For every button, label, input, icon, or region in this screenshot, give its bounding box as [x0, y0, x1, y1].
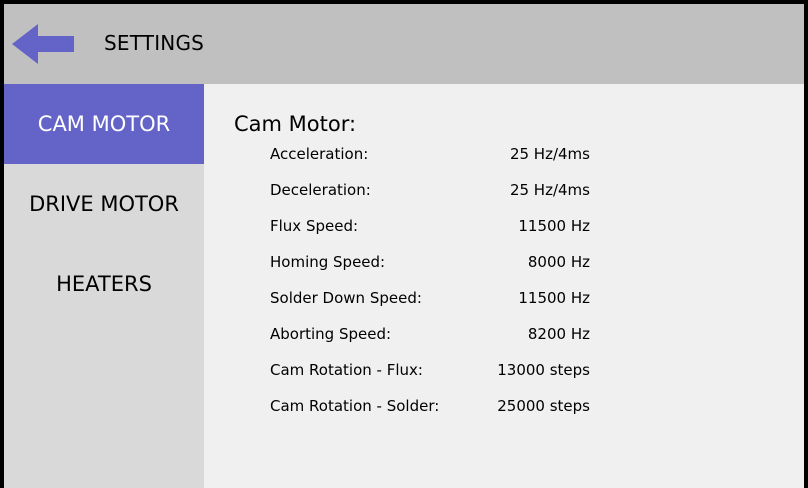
- setting-value: 11500 Hz: [518, 289, 590, 307]
- setting-row-cam-rotation-solder: Cam Rotation - Solder: 25000 steps: [270, 392, 590, 420]
- setting-value: 25000 steps: [497, 397, 590, 415]
- setting-label: Solder Down Speed:: [270, 289, 422, 307]
- setting-label: Deceleration:: [270, 181, 371, 199]
- settings-panel: Cam Motor: Acceleration: 25 Hz/4ms Decel…: [204, 84, 804, 488]
- sidebar-item-label: DRIVE MOTOR: [29, 192, 179, 216]
- setting-label: Acceleration:: [270, 145, 369, 163]
- sidebar-item-drive-motor[interactable]: DRIVE MOTOR: [4, 164, 204, 244]
- setting-value: 25 Hz/4ms: [509, 145, 590, 163]
- sidebar-item-label: CAM MOTOR: [37, 112, 171, 136]
- setting-value: 8200 Hz: [527, 325, 590, 343]
- setting-row-solder-down-speed: Solder Down Speed: 11500 Hz: [270, 284, 590, 312]
- setting-row-cam-rotation-flux: Cam Rotation - Flux: 13000 steps: [270, 356, 590, 384]
- setting-label: Cam Rotation - Solder:: [270, 397, 440, 415]
- setting-row-flux-speed: Flux Speed: 11500 Hz: [270, 212, 590, 240]
- setting-label: Aborting Speed:: [270, 325, 392, 343]
- setting-label: Flux Speed:: [270, 217, 359, 235]
- section-title: Cam Motor:: [234, 112, 357, 136]
- device-screen: SETTINGS CAM MOTOR DRIVE MOTOR HEATERS C…: [0, 0, 808, 488]
- back-button[interactable]: [12, 22, 78, 66]
- sidebar-item-heaters[interactable]: HEATERS: [4, 244, 204, 324]
- sidebar: CAM MOTOR DRIVE MOTOR HEATERS: [4, 84, 204, 488]
- setting-row-homing-speed: Homing Speed: 8000 Hz: [270, 248, 590, 276]
- left-arrow-icon: [12, 24, 74, 64]
- setting-row-aborting-speed: Aborting Speed: 8200 Hz: [270, 320, 590, 348]
- setting-value: 13000 steps: [497, 361, 590, 379]
- page-title: SETTINGS: [104, 31, 205, 55]
- sidebar-item-label: HEATERS: [56, 272, 152, 296]
- setting-row-deceleration: Deceleration: 25 Hz/4ms: [270, 176, 590, 204]
- sidebar-item-cam-motor[interactable]: CAM MOTOR: [4, 84, 204, 164]
- setting-label: Cam Rotation - Flux:: [270, 361, 423, 379]
- setting-label: Homing Speed:: [270, 253, 386, 271]
- header-bar: SETTINGS: [4, 4, 804, 84]
- setting-value: 8000 Hz: [527, 253, 590, 271]
- setting-value: 25 Hz/4ms: [509, 181, 590, 199]
- setting-row-acceleration: Acceleration: 25 Hz/4ms: [270, 140, 590, 168]
- setting-value: 11500 Hz: [518, 217, 590, 235]
